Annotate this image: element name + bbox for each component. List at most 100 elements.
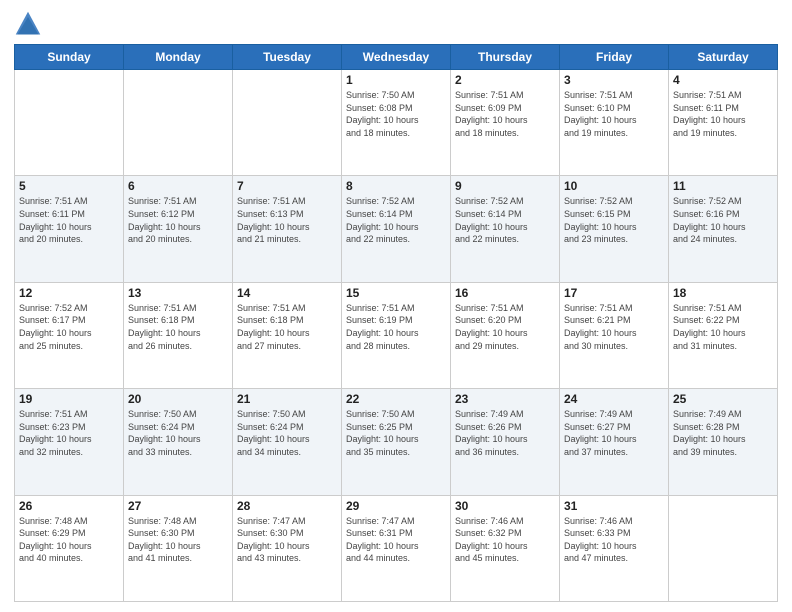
week-row-2: 5Sunrise: 7:51 AM Sunset: 6:11 PM Daylig… bbox=[15, 176, 778, 282]
day-detail: Sunrise: 7:52 AM Sunset: 6:16 PM Dayligh… bbox=[673, 195, 773, 245]
day-detail: Sunrise: 7:52 AM Sunset: 6:15 PM Dayligh… bbox=[564, 195, 664, 245]
day-detail: Sunrise: 7:49 AM Sunset: 6:28 PM Dayligh… bbox=[673, 408, 773, 458]
day-detail: Sunrise: 7:51 AM Sunset: 6:09 PM Dayligh… bbox=[455, 89, 555, 139]
day-number: 4 bbox=[673, 73, 773, 87]
day-detail: Sunrise: 7:51 AM Sunset: 6:18 PM Dayligh… bbox=[128, 302, 228, 352]
day-number: 17 bbox=[564, 286, 664, 300]
day-cell: 1 Sunrise: 7:50 AM Sunset: 6:08 PM Daylig… bbox=[342, 70, 451, 176]
day-detail: Sunrise: 7:51 AM Sunset: 6:21 PM Dayligh… bbox=[564, 302, 664, 352]
header bbox=[14, 10, 778, 38]
day-detail: Sunrise: 7:51 AM Sunset: 6:20 PM Dayligh… bbox=[455, 302, 555, 352]
day-number: 7 bbox=[237, 179, 337, 193]
day-cell: 23 Sunrise: 7:49 AM Sunset: 6:26 PM Dayli… bbox=[451, 389, 560, 495]
day-cell bbox=[669, 495, 778, 601]
day-number: 23 bbox=[455, 392, 555, 406]
day-detail: Sunrise: 7:46 AM Sunset: 6:33 PM Dayligh… bbox=[564, 515, 664, 565]
day-cell bbox=[233, 70, 342, 176]
header-tuesday: Tuesday bbox=[233, 45, 342, 70]
day-detail: Sunrise: 7:47 AM Sunset: 6:31 PM Dayligh… bbox=[346, 515, 446, 565]
day-cell: 16 Sunrise: 7:51 AM Sunset: 6:20 PM Dayli… bbox=[451, 282, 560, 388]
day-cell: 26 Sunrise: 7:48 AM Sunset: 6:29 PM Dayli… bbox=[15, 495, 124, 601]
day-cell: 8 Sunrise: 7:52 AM Sunset: 6:14 PM Daylig… bbox=[342, 176, 451, 282]
day-number: 14 bbox=[237, 286, 337, 300]
day-number: 12 bbox=[19, 286, 119, 300]
day-cell: 13Sunrise: 7:51 AM Sunset: 6:18 PM Dayli… bbox=[124, 282, 233, 388]
day-cell: 6Sunrise: 7:51 AM Sunset: 6:12 PM Daylig… bbox=[124, 176, 233, 282]
day-number: 19 bbox=[19, 392, 119, 406]
day-detail: Sunrise: 7:49 AM Sunset: 6:26 PM Dayligh… bbox=[455, 408, 555, 458]
logo bbox=[14, 10, 46, 38]
day-detail: Sunrise: 7:51 AM Sunset: 6:11 PM Dayligh… bbox=[673, 89, 773, 139]
week-row-1: 1 Sunrise: 7:50 AM Sunset: 6:08 PM Daylig… bbox=[15, 70, 778, 176]
day-cell bbox=[15, 70, 124, 176]
day-number: 5 bbox=[19, 179, 119, 193]
day-number: 8 bbox=[346, 179, 446, 193]
header-monday: Monday bbox=[124, 45, 233, 70]
day-number: 1 bbox=[346, 73, 446, 87]
day-number: 22 bbox=[346, 392, 446, 406]
day-detail: Sunrise: 7:52 AM Sunset: 6:17 PM Dayligh… bbox=[19, 302, 119, 352]
day-number: 30 bbox=[455, 499, 555, 513]
day-cell: 15 Sunrise: 7:51 AM Sunset: 6:19 PM Dayli… bbox=[342, 282, 451, 388]
day-number: 6 bbox=[128, 179, 228, 193]
day-number: 21 bbox=[237, 392, 337, 406]
day-number: 16 bbox=[455, 286, 555, 300]
day-detail: Sunrise: 7:50 AM Sunset: 6:24 PM Dayligh… bbox=[237, 408, 337, 458]
day-cell: 17 Sunrise: 7:51 AM Sunset: 6:21 PM Dayli… bbox=[560, 282, 669, 388]
day-detail: Sunrise: 7:50 AM Sunset: 6:08 PM Dayligh… bbox=[346, 89, 446, 139]
day-number: 18 bbox=[673, 286, 773, 300]
day-cell: 11 Sunrise: 7:52 AM Sunset: 6:16 PM Dayli… bbox=[669, 176, 778, 282]
day-cell: 18 Sunrise: 7:51 AM Sunset: 6:22 PM Dayli… bbox=[669, 282, 778, 388]
day-detail: Sunrise: 7:51 AM Sunset: 6:22 PM Dayligh… bbox=[673, 302, 773, 352]
day-number: 25 bbox=[673, 392, 773, 406]
day-cell: 9 Sunrise: 7:52 AM Sunset: 6:14 PM Daylig… bbox=[451, 176, 560, 282]
day-cell: 20Sunrise: 7:50 AM Sunset: 6:24 PM Dayli… bbox=[124, 389, 233, 495]
day-detail: Sunrise: 7:52 AM Sunset: 6:14 PM Dayligh… bbox=[455, 195, 555, 245]
header-friday: Friday bbox=[560, 45, 669, 70]
day-number: 20 bbox=[128, 392, 228, 406]
day-cell: 3 Sunrise: 7:51 AM Sunset: 6:10 PM Daylig… bbox=[560, 70, 669, 176]
day-number: 2 bbox=[455, 73, 555, 87]
day-number: 3 bbox=[564, 73, 664, 87]
day-number: 31 bbox=[564, 499, 664, 513]
logo-icon bbox=[14, 10, 42, 38]
day-detail: Sunrise: 7:48 AM Sunset: 6:30 PM Dayligh… bbox=[128, 515, 228, 565]
day-number: 24 bbox=[564, 392, 664, 406]
week-row-3: 12 Sunrise: 7:52 AM Sunset: 6:17 PM Dayli… bbox=[15, 282, 778, 388]
day-cell: 22Sunrise: 7:50 AM Sunset: 6:25 PM Dayli… bbox=[342, 389, 451, 495]
day-detail: Sunrise: 7:51 AM Sunset: 6:10 PM Dayligh… bbox=[564, 89, 664, 139]
day-cell: 25 Sunrise: 7:49 AM Sunset: 6:28 PM Dayli… bbox=[669, 389, 778, 495]
day-cell: 28 Sunrise: 7:47 AM Sunset: 6:30 PM Dayli… bbox=[233, 495, 342, 601]
day-detail: Sunrise: 7:52 AM Sunset: 6:14 PM Dayligh… bbox=[346, 195, 446, 245]
day-cell: 14 Sunrise: 7:51 AM Sunset: 6:18 PM Dayli… bbox=[233, 282, 342, 388]
weekday-header-row: Sunday Monday Tuesday Wednesday Thursday… bbox=[15, 45, 778, 70]
day-cell: 12 Sunrise: 7:52 AM Sunset: 6:17 PM Dayli… bbox=[15, 282, 124, 388]
day-cell: 4 Sunrise: 7:51 AM Sunset: 6:11 PM Daylig… bbox=[669, 70, 778, 176]
day-detail: Sunrise: 7:49 AM Sunset: 6:27 PM Dayligh… bbox=[564, 408, 664, 458]
day-detail: Sunrise: 7:51 AM Sunset: 6:18 PM Dayligh… bbox=[237, 302, 337, 352]
week-row-4: 19 Sunrise: 7:51 AM Sunset: 6:23 PM Dayli… bbox=[15, 389, 778, 495]
day-detail: Sunrise: 7:48 AM Sunset: 6:29 PM Dayligh… bbox=[19, 515, 119, 565]
day-number: 26 bbox=[19, 499, 119, 513]
day-number: 15 bbox=[346, 286, 446, 300]
day-number: 10 bbox=[564, 179, 664, 193]
day-cell: 21 Sunrise: 7:50 AM Sunset: 6:24 PM Dayli… bbox=[233, 389, 342, 495]
day-detail: Sunrise: 7:51 AM Sunset: 6:13 PM Dayligh… bbox=[237, 195, 337, 245]
day-number: 27 bbox=[128, 499, 228, 513]
header-saturday: Saturday bbox=[669, 45, 778, 70]
day-cell: 19 Sunrise: 7:51 AM Sunset: 6:23 PM Dayli… bbox=[15, 389, 124, 495]
day-cell: 10 Sunrise: 7:52 AM Sunset: 6:15 PM Dayli… bbox=[560, 176, 669, 282]
week-row-5: 26 Sunrise: 7:48 AM Sunset: 6:29 PM Dayli… bbox=[15, 495, 778, 601]
header-wednesday: Wednesday bbox=[342, 45, 451, 70]
day-cell: 7 Sunrise: 7:51 AM Sunset: 6:13 PM Daylig… bbox=[233, 176, 342, 282]
day-detail: Sunrise: 7:47 AM Sunset: 6:30 PM Dayligh… bbox=[237, 515, 337, 565]
day-cell: 29Sunrise: 7:47 AM Sunset: 6:31 PM Dayli… bbox=[342, 495, 451, 601]
day-detail: Sunrise: 7:51 AM Sunset: 6:19 PM Dayligh… bbox=[346, 302, 446, 352]
day-number: 11 bbox=[673, 179, 773, 193]
day-detail: Sunrise: 7:51 AM Sunset: 6:23 PM Dayligh… bbox=[19, 408, 119, 458]
day-number: 28 bbox=[237, 499, 337, 513]
day-detail: Sunrise: 7:46 AM Sunset: 6:32 PM Dayligh… bbox=[455, 515, 555, 565]
day-cell: 2 Sunrise: 7:51 AM Sunset: 6:09 PM Daylig… bbox=[451, 70, 560, 176]
header-thursday: Thursday bbox=[451, 45, 560, 70]
day-number: 9 bbox=[455, 179, 555, 193]
